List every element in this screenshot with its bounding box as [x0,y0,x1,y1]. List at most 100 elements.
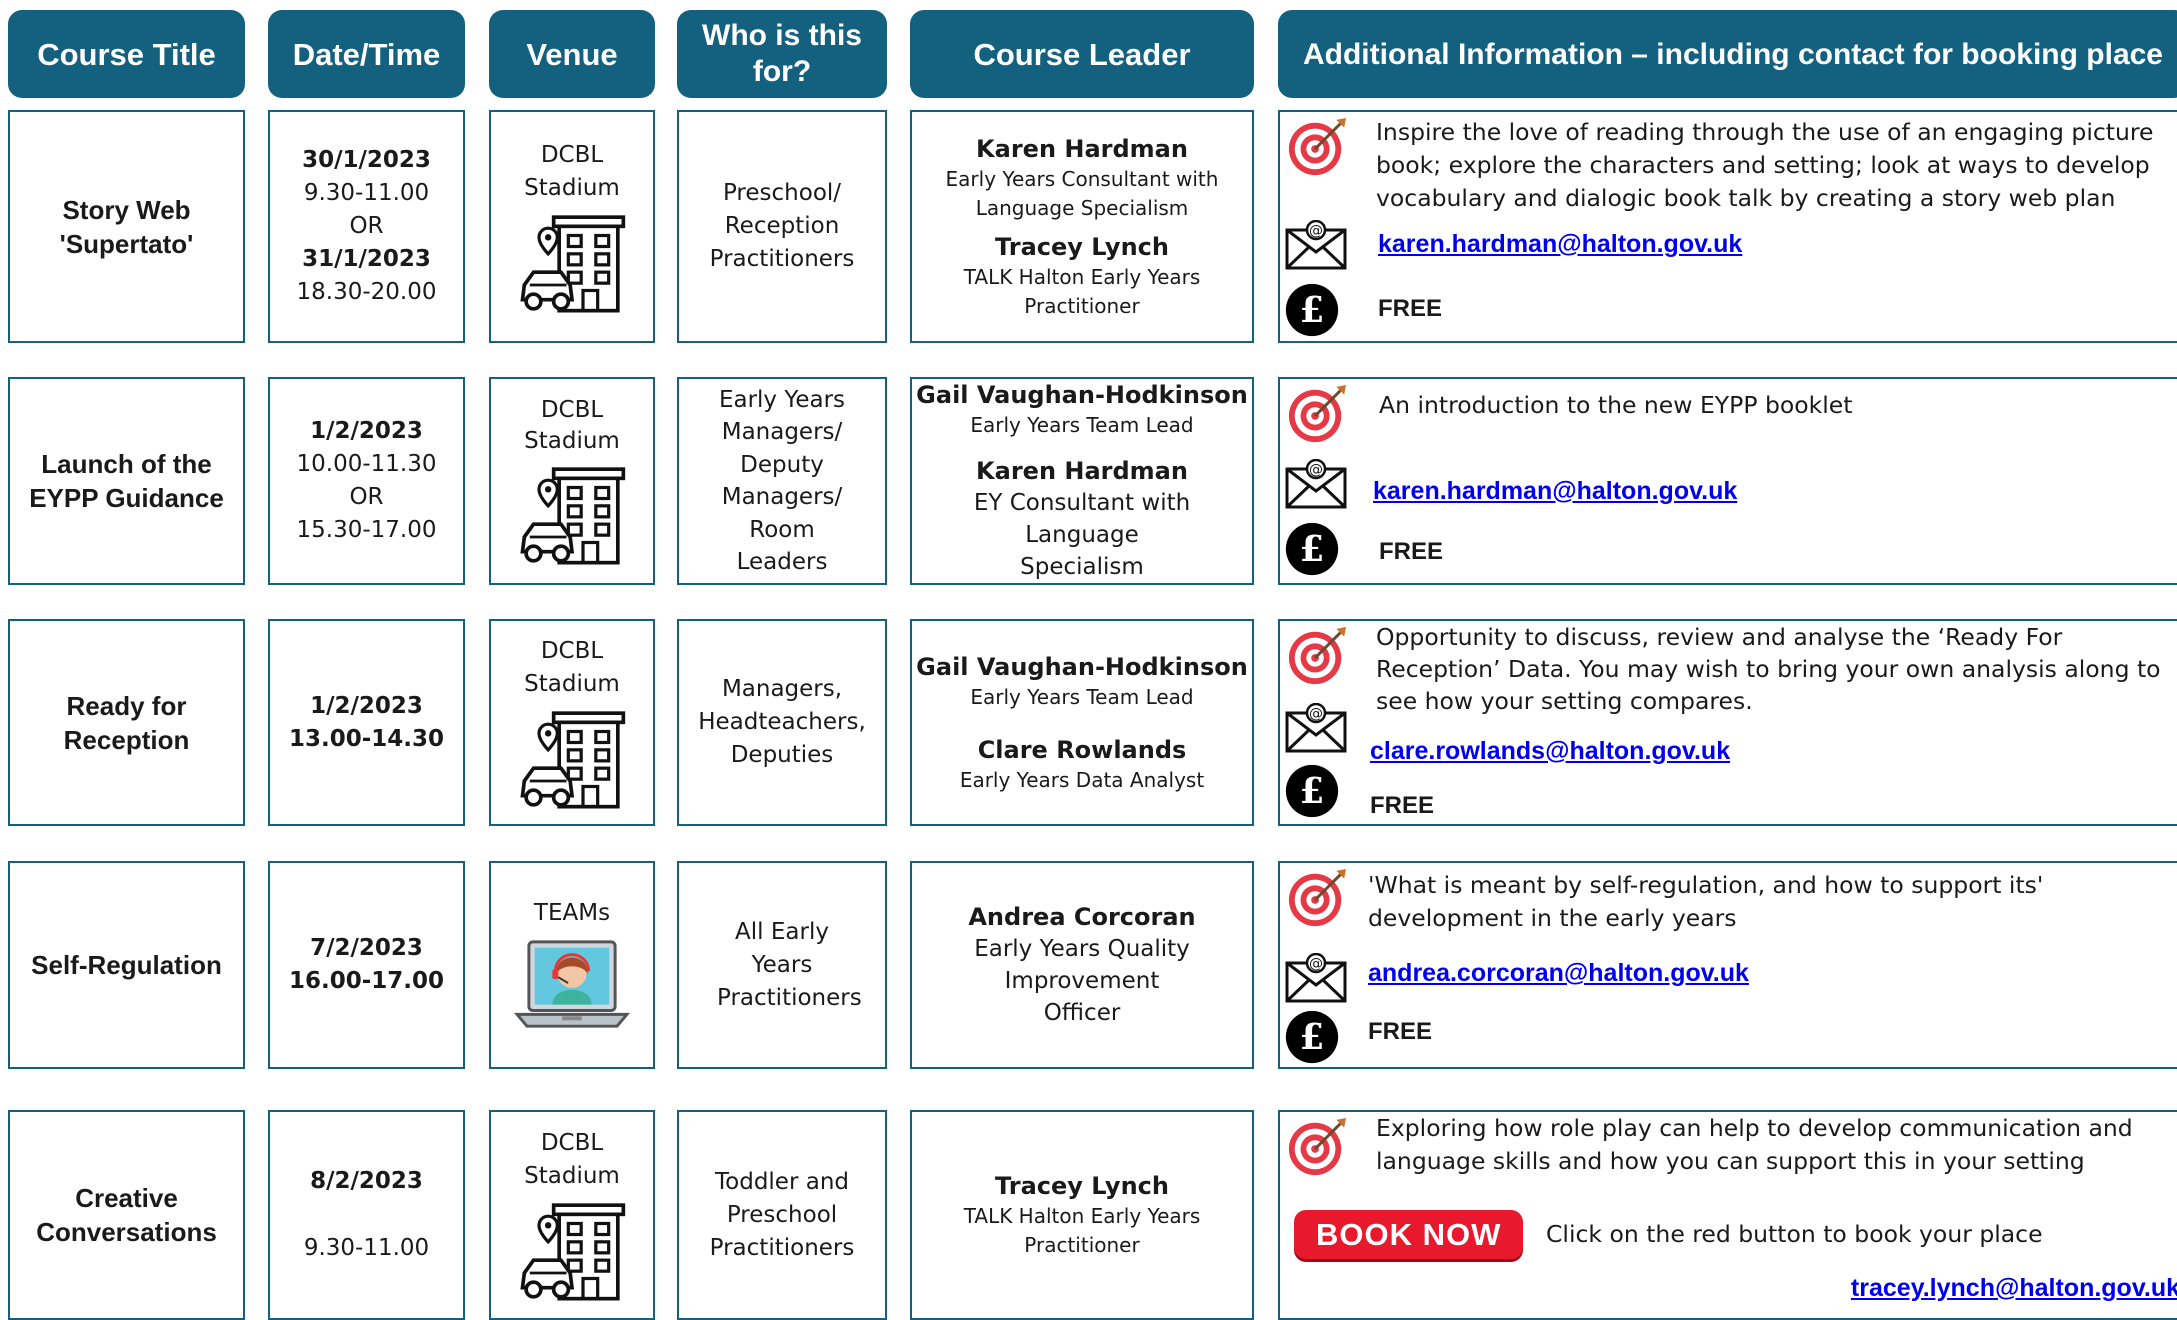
additional-info-cell: 'What is meant by self-regulation, and h… [1278,861,2177,1069]
additional-info-cell: An introduction to the new EYPP booklet … [1278,377,2177,585]
course-title-cell: Self-Regulation [8,861,245,1069]
audience-cell: Toddler and Preschool Practitioners [677,1110,887,1320]
course-title-cell: Creative Conversations [8,1110,245,1320]
course-title-cell: Ready for Reception [8,619,245,826]
leader-name: Gail Vaughan-Hodkinson [916,381,1248,409]
price-label: FREE [1379,538,1444,565]
book-now-button[interactable]: BOOK NOW [1294,1210,1524,1259]
leader-name: Gail Vaughan-Hodkinson [916,652,1248,681]
venue-cell: DCBL Stadium [489,619,655,826]
leader-name: Clare Rowlands [977,735,1187,764]
date: 1/2/2023 [310,418,423,444]
header-course-title: Course Title [8,10,245,98]
price-label: FREE [1378,295,1443,322]
email-icon [1284,703,1348,755]
target-icon [1284,116,1350,178]
or-label: OR [349,484,384,510]
header-course-leader: Course Leader [910,10,1254,98]
date-time-cell: 1/2/2023 10.00-11.30 OR 15.30-17.00 [268,377,465,585]
leader-name: Tracey Lynch [995,1172,1169,1200]
time: 9.30-11.00 [303,180,430,206]
course-description: 'What is meant by self-regulation, and h… [1368,871,2044,932]
time: 15.30-17.00 [296,517,437,543]
course-title: Creative Conversations [36,1183,217,1247]
contact-email-link[interactable]: karen.hardman@halton.gov.uk [1378,228,1742,261]
venue-name: DCBL Stadium [524,637,620,697]
date: 31/1/2023 [302,246,431,272]
leader-role: EY Consultant with Language Specialism [973,490,1191,580]
course-description: Opportunity to discuss, review and analy… [1376,623,2161,715]
email-icon [1284,953,1348,1005]
header-who: Who is this for? [677,10,887,98]
leader-name: Karen Hardman [976,457,1188,485]
venue-name: TEAMs [533,899,611,926]
date: 8/2/2023 [310,1168,423,1194]
date-time-cell: 1/2/2023 13.00-14.30 [268,619,465,826]
course-leader-cell: Gail Vaughan-Hodkinson Early Years Team … [910,377,1254,585]
course-leader-cell: Andrea Corcoran Early Years Quality Impr… [910,861,1254,1069]
additional-info-cell: Opportunity to discuss, review and analy… [1278,619,2177,826]
leader-role: TALK Halton Early Years Practitioner [963,1204,1201,1257]
audience-cell: All Early Years Practitioners [677,861,887,1069]
building-car-icon [517,211,627,315]
leader-role: Early Years Team Lead [970,684,1194,709]
pound-icon [1284,282,1340,338]
additional-info-cell: Inspire the love of reading through the … [1278,110,2177,343]
leader-name: Karen Hardman [976,134,1188,163]
or-label: OR [349,213,384,239]
building-car-icon [517,463,627,567]
course-leader-cell: Karen Hardman Early Years Consultant wit… [910,110,1254,343]
venue-name: DCBL Stadium [524,397,620,454]
audience: Managers, Headteachers, Deputies [698,676,866,768]
venue-cell: DCBL Stadium [489,377,655,585]
course-leader-cell: Gail Vaughan-Hodkinson Early Years Team … [910,619,1254,826]
price-label: FREE [1368,1018,1433,1045]
header-date-time: Date/Time [268,10,465,98]
venue-cell: TEAMs [489,861,655,1069]
course-title: Ready for Reception [63,690,190,755]
time: 16.00-17.00 [288,968,445,994]
venue-cell: DCBL Stadium [489,1110,655,1320]
contact-email-link[interactable]: karen.hardman@halton.gov.uk [1373,475,1737,508]
building-car-icon [517,1199,627,1303]
email-icon [1284,459,1348,511]
date: 30/1/2023 [302,147,431,173]
audience-cell: Preschool/ Reception Practitioners [677,110,887,343]
course-title-cell: Story Web 'Supertato' [8,110,245,343]
course-description: Exploring how role play can help to deve… [1376,1114,2133,1175]
time: 13.00-14.30 [288,725,445,752]
course-title-cell: Launch of the EYPP Guidance [8,377,245,585]
target-icon [1284,867,1350,929]
date: 1/2/2023 [310,692,423,719]
header-venue: Venue [489,10,655,98]
leader-role: Early Years Data Analyst [959,767,1205,792]
date-time-cell: 7/2/2023 16.00-17.00 [268,861,465,1069]
course-title: Self-Regulation [31,950,222,980]
course-title: Launch of the EYPP Guidance [29,449,224,513]
leader-role: Early Years Quality Improvement Officer [974,936,1190,1026]
target-icon [1284,1116,1350,1178]
pound-icon [1284,1009,1340,1065]
venue-name: DCBL Stadium [524,1130,620,1189]
date-time-cell: 30/1/2023 9.30-11.00 OR 31/1/2023 18.30-… [268,110,465,343]
pound-icon [1284,763,1340,819]
contact-email-link[interactable]: tracey.lynch@halton.gov.uk [1851,1272,2177,1305]
contact-email-link[interactable]: clare.rowlands@halton.gov.uk [1370,735,1730,768]
venue-name: DCBL Stadium [524,141,620,201]
audience: All Early Years Practitioners [717,918,862,1011]
course-description: Inspire the love of reading through the … [1376,118,2154,212]
audience-cell: Early Years Managers/ Deputy Managers/ R… [677,377,887,585]
course-leader-cell: Tracey Lynch TALK Halton Early Years Pra… [910,1110,1254,1320]
building-car-icon [517,707,627,811]
additional-info-cell: Exploring how role play can help to deve… [1278,1110,2177,1320]
leader-name: Andrea Corcoran [968,903,1196,931]
contact-email-link[interactable]: andrea.corcoran@halton.gov.uk [1368,957,1749,990]
time: 18.30-20.00 [296,279,437,305]
venue-cell: DCBL Stadium [489,110,655,343]
audience: Toddler and Preschool Practitioners [709,1168,855,1261]
time: 9.30-11.00 [303,1235,430,1261]
target-icon [1284,625,1350,687]
audience-cell: Managers, Headteachers, Deputies [677,619,887,826]
course-description: An introduction to the new EYPP booklet [1379,391,1853,419]
leader-name: Tracey Lynch [995,232,1169,261]
